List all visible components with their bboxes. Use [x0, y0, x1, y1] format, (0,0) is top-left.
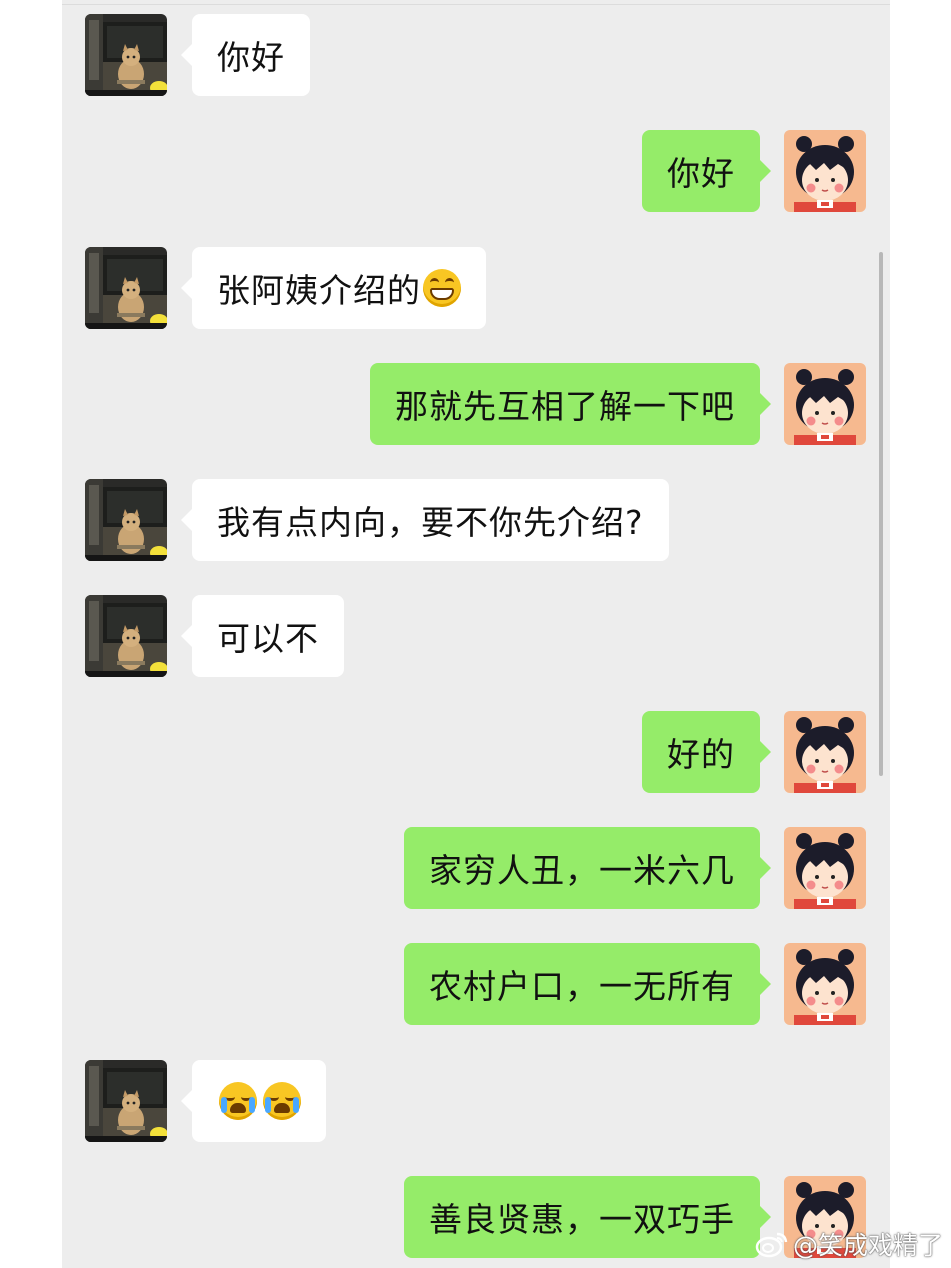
message-text: 好的 — [667, 735, 735, 774]
message-text: 张阿姨介绍的 — [217, 271, 421, 310]
contact-avatar[interactable] — [85, 1060, 167, 1142]
message-bubble-sent[interactable]: 好的 — [642, 711, 771, 793]
message-row: 张阿姨介绍的 — [62, 247, 890, 329]
message-bubble-sent[interactable]: 家穷人丑，一米六几 — [404, 827, 771, 909]
watermark-text: @笑成戏精了 — [792, 1231, 943, 1260]
watermark: @笑成戏精了 — [755, 1226, 943, 1262]
grinning-face-icon — [423, 269, 461, 307]
message-bubble-received[interactable]: 张阿姨介绍的 — [181, 247, 486, 329]
scrollbar[interactable] — [879, 252, 883, 776]
message-text: 你好 — [667, 154, 735, 193]
crying-laughing-face-icon — [219, 1082, 257, 1120]
message-bubble-received[interactable]: 你好 — [181, 14, 310, 96]
contact-avatar[interactable] — [85, 247, 167, 329]
message-row: 你好 — [62, 130, 890, 212]
message-text: 农村户口，一无所有 — [429, 967, 735, 1006]
message-row: 我有点内向，要不你先介绍? — [62, 479, 890, 561]
top-divider — [62, 4, 890, 5]
message-row: 农村户口，一无所有 — [62, 943, 890, 1025]
message-text: 那就先互相了解一下吧 — [395, 387, 735, 426]
message-row: 好的 — [62, 711, 890, 793]
self-avatar[interactable] — [784, 943, 866, 1025]
crying-laughing-face-icon — [263, 1082, 301, 1120]
message-bubble-sent[interactable]: 你好 — [642, 130, 771, 212]
message-text: 家穷人丑，一米六几 — [429, 851, 735, 890]
message-text: 善良贤惠，一双巧手 — [429, 1200, 735, 1239]
message-text: 我有点内向，要不你先介绍? — [217, 503, 644, 542]
chat-area[interactable]: 你好 你好 张阿姨介绍的 那就先互相了解一下吧 我有点内向，要不你先介绍? 可以… — [62, 0, 890, 1268]
self-avatar[interactable] — [784, 711, 866, 793]
message-bubble-received[interactable] — [181, 1060, 326, 1142]
message-bubble-sent[interactable]: 农村户口，一无所有 — [404, 943, 771, 1025]
contact-avatar[interactable] — [85, 595, 167, 677]
message-bubble-received[interactable]: 可以不 — [181, 595, 344, 677]
message-bubble-received[interactable]: 我有点内向，要不你先介绍? — [181, 479, 669, 561]
message-row: 那就先互相了解一下吧 — [62, 363, 890, 445]
self-avatar[interactable] — [784, 827, 866, 909]
weibo-icon — [755, 1232, 788, 1258]
message-row: 家穷人丑，一米六几 — [62, 827, 890, 909]
message-row: 可以不 — [62, 595, 890, 677]
message-text: 你好 — [217, 38, 285, 77]
self-avatar[interactable] — [784, 363, 866, 445]
message-row — [62, 1060, 890, 1142]
contact-avatar[interactable] — [85, 14, 167, 96]
contact-avatar[interactable] — [85, 479, 167, 561]
message-text: 可以不 — [217, 619, 319, 658]
message-bubble-sent[interactable]: 善良贤惠，一双巧手 — [404, 1176, 771, 1258]
message-bubble-sent[interactable]: 那就先互相了解一下吧 — [370, 363, 771, 445]
self-avatar[interactable] — [784, 130, 866, 212]
message-row: 你好 — [62, 14, 890, 96]
